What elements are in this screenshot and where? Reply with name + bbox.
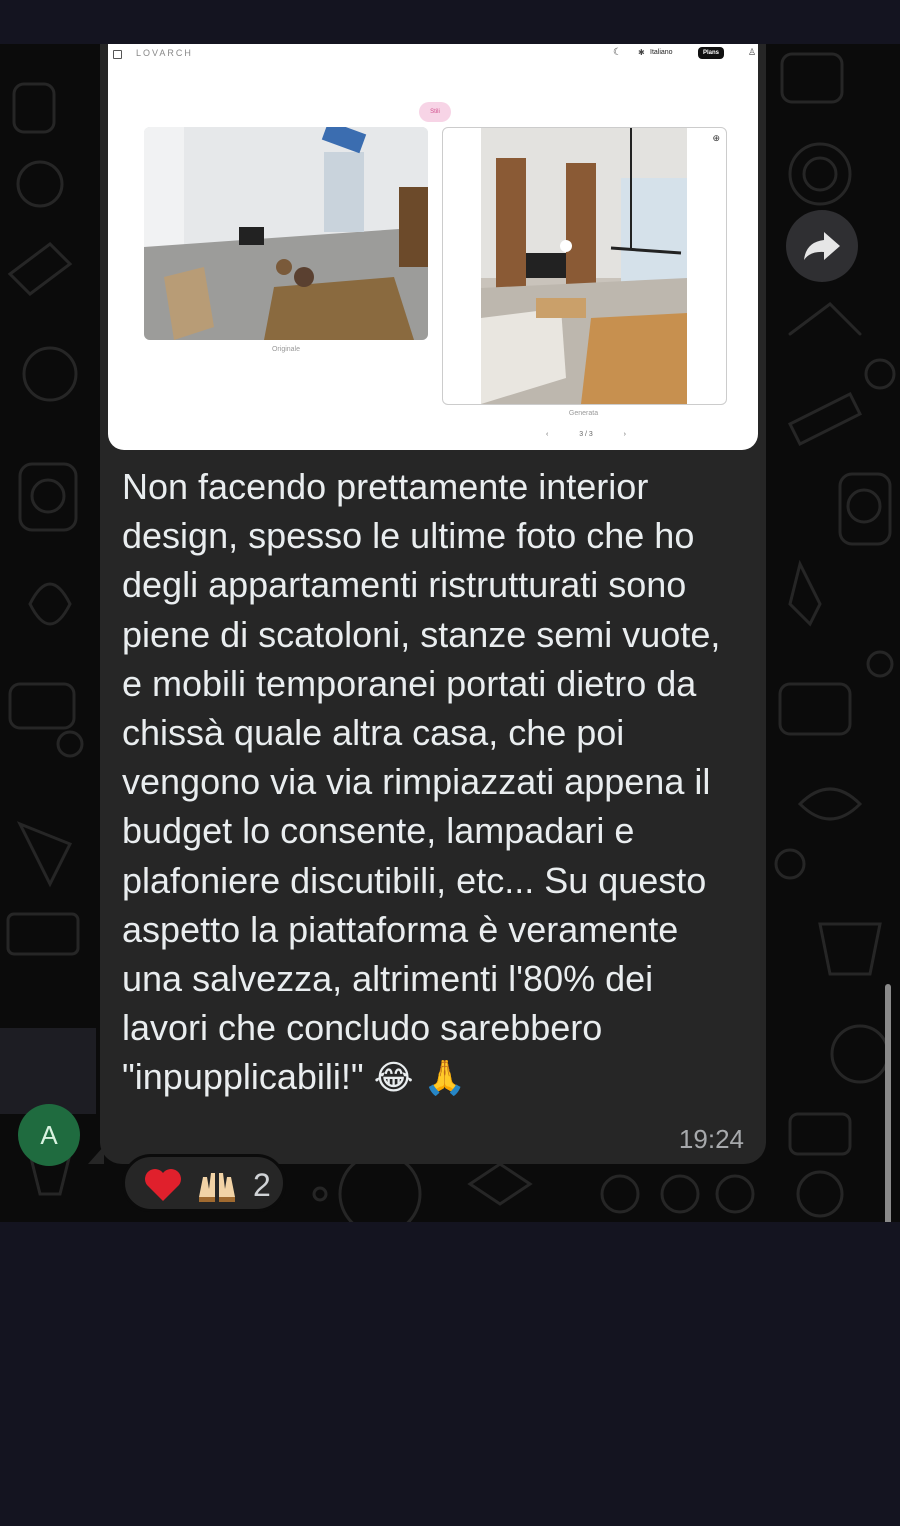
scrollbar[interactable]	[885, 984, 891, 1222]
moon-icon: ☾	[613, 47, 622, 58]
generated-room-image	[481, 128, 687, 404]
style-badge: Stili	[419, 102, 451, 122]
caption-generated: Generata	[568, 410, 599, 417]
zoom-icon: ⊕	[712, 133, 720, 143]
message-bubble[interactable]: LOVARCH ☾ ✱ Italiano Plans ♙ Stili Origi…	[100, 44, 766, 1164]
folded-hands-emoji: 🙏	[423, 1058, 466, 1099]
chevron-left-icon: ‹	[546, 431, 549, 438]
app-header: LOVARCH ☾ ✱ Italiano Plans ♙	[108, 44, 758, 64]
reaction-count: 2	[253, 1167, 271, 1203]
reaction-pill[interactable]: 2	[122, 1154, 286, 1212]
attached-image[interactable]: LOVARCH ☾ ✱ Italiano Plans ♙ Stili Origi…	[108, 44, 758, 450]
user-icon: ♙	[748, 47, 757, 57]
forward-button[interactable]	[786, 210, 858, 282]
tears-of-joy-emoji: 😂	[373, 1058, 414, 1099]
message-time: 19:24	[678, 1124, 744, 1154]
generated-card: ⊕	[442, 127, 727, 405]
original-room-image	[144, 127, 428, 340]
forward-arrow-icon	[804, 232, 840, 260]
plans-button: Plans	[698, 47, 725, 59]
top-strip	[0, 0, 900, 44]
background-band	[0, 1028, 96, 1114]
message-text: Non facendo prettamente interior design,…	[122, 462, 742, 1104]
raising-hands-icon	[199, 1173, 235, 1202]
red-heart-icon	[145, 1169, 181, 1201]
message-body: Non facendo prettamente interior design,…	[122, 466, 731, 1098]
image-pager: ‹ 3 / 3 ›	[546, 431, 626, 438]
translate-icon: ✱	[638, 48, 645, 57]
avatar[interactable]: A	[18, 1104, 80, 1166]
language-selector: Italiano	[650, 49, 673, 56]
chevron-right-icon: ›	[623, 431, 626, 438]
sidebar-toggle-icon	[113, 50, 122, 59]
bottom-area	[0, 1222, 900, 1526]
brand-logo: LOVARCH	[136, 48, 193, 58]
page-indicator: 3 / 3	[579, 431, 593, 438]
caption-original: Originale	[271, 346, 300, 353]
